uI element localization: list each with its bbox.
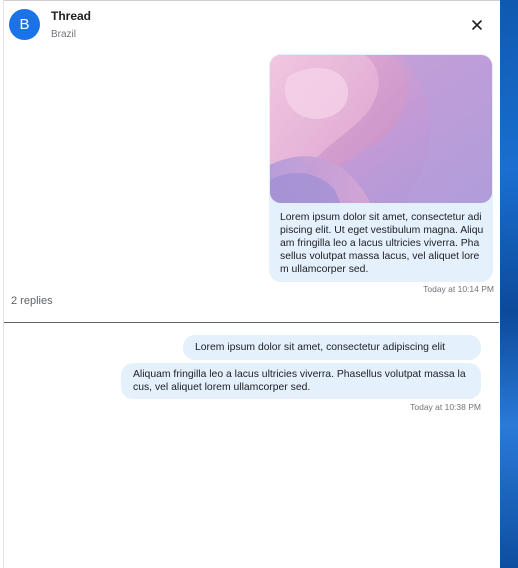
replies-count: 2 replies bbox=[11, 295, 53, 307]
thread-subtitle: Brazil bbox=[51, 29, 77, 40]
thread-header: B Thread Brazil bbox=[4, 1, 501, 47]
thread-panel: B Thread Brazil Lorem ipsum dolor sit am… bbox=[3, 0, 500, 568]
abstract-wallpaper-image bbox=[270, 55, 492, 203]
avatar[interactable]: B bbox=[9, 9, 40, 40]
replies-timestamp: Today at 10:38 PM bbox=[410, 402, 481, 412]
desktop-wallpaper-edge bbox=[500, 0, 518, 568]
reply-bubble[interactable]: Aliquam fringilla leo a lacus ultricies … bbox=[121, 363, 481, 399]
original-message-timestamp: Today at 10:14 PM bbox=[423, 284, 494, 294]
close-icon bbox=[472, 20, 482, 30]
close-button[interactable] bbox=[469, 17, 485, 33]
thread-title: Thread bbox=[51, 9, 92, 23]
divider bbox=[4, 322, 499, 323]
reply-bubble[interactable]: Lorem ipsum dolor sit amet, consectetur … bbox=[183, 335, 481, 360]
original-message-bubble[interactable]: Lorem ipsum dolor sit amet, consectetur … bbox=[269, 54, 493, 282]
message-image[interactable] bbox=[270, 55, 492, 203]
original-message-text: Lorem ipsum dolor sit amet, consectetur … bbox=[280, 212, 484, 275]
screen: B Thread Brazil Lorem ipsum dolor sit am… bbox=[0, 0, 518, 568]
